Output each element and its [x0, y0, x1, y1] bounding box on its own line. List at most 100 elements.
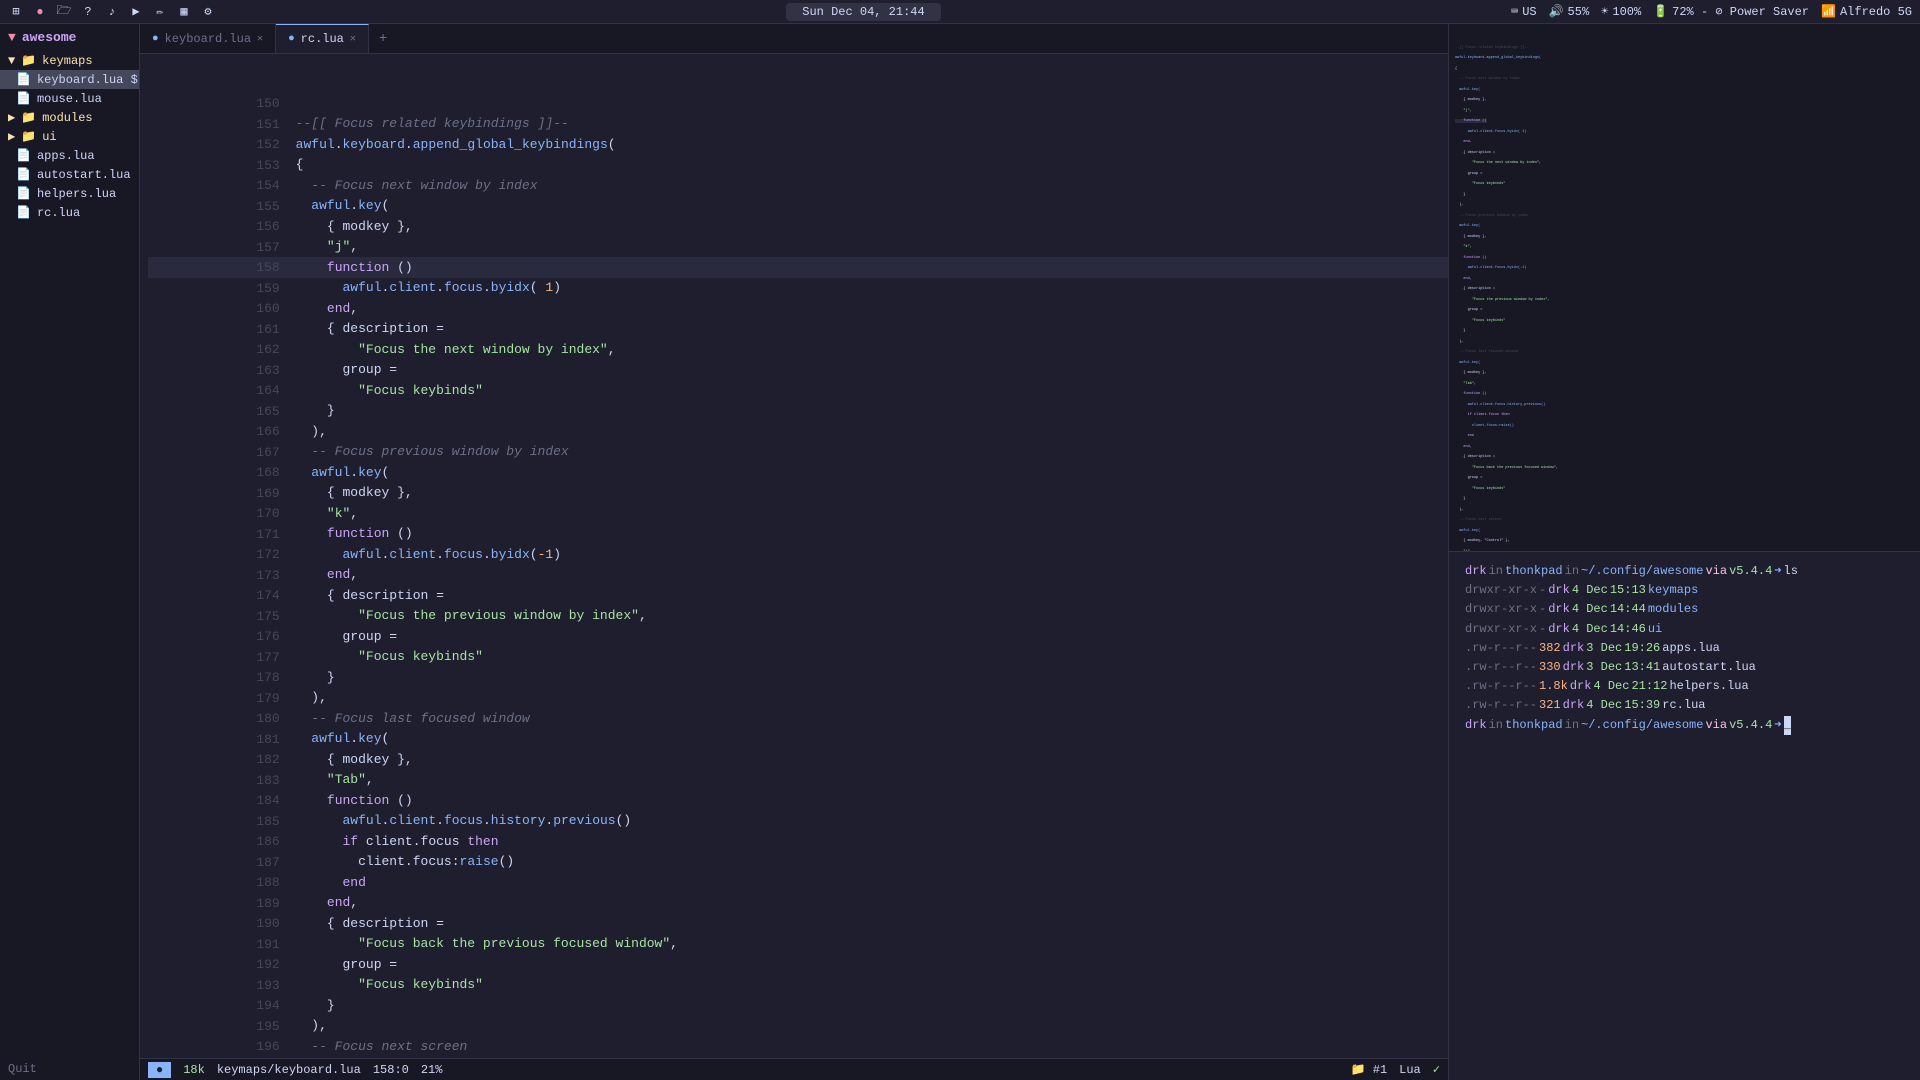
sidebar-item-apps-lua[interactable]: 📄 apps.lua — [0, 146, 139, 165]
battery-icon: 🔋 — [1653, 4, 1668, 19]
video-icon[interactable]: ▶ — [128, 4, 144, 20]
statusbar-right: 📁 #1 Lua ✓ — [1351, 1062, 1440, 1077]
files-icon[interactable]: 🗁 — [56, 4, 72, 20]
status-git: 📁 #1 — [1351, 1062, 1388, 1077]
table-row: 189 end, — [148, 893, 1448, 914]
apps-icon[interactable]: ⊞ — [8, 4, 24, 20]
volume-icon: 🔊 — [1549, 4, 1564, 19]
table-row: 156 { modkey }, — [148, 216, 1448, 237]
table-row: 186 if client.focus then — [148, 831, 1448, 852]
sidebar-item-rc-lua[interactable]: 📄 rc.lua — [0, 203, 139, 222]
sidebar-item-helpers-lua[interactable]: 📄 helpers.lua — [0, 184, 139, 203]
table-row: 158 function () — [148, 257, 1448, 278]
right-panel: --[[ Focus related keybindings ]]-- awfu… — [1448, 24, 1920, 1080]
close-icon[interactable]: ● — [32, 4, 48, 20]
table-row: 188 end — [148, 872, 1448, 893]
table-row: 194 } — [148, 995, 1448, 1016]
sidebar-item-keyboard-lua[interactable]: 📄 keyboard.lua $ — [0, 70, 139, 89]
keyboard-indicator[interactable]: ⌨ US — [1511, 4, 1537, 19]
table-row: 184 function () — [148, 790, 1448, 811]
file-icon-apps: 📄 — [16, 148, 31, 163]
wifi-indicator[interactable]: 📶 Alfredo 5G — [1821, 4, 1912, 19]
file-icon-keyboard: 📄 — [16, 72, 31, 87]
terminal-line: .rw-r--r-- 1.8k drk 4 Dec 21:12 helpers.… — [1465, 677, 1904, 696]
sidebar-item-ui[interactable]: ▶ 📁 ui — [0, 127, 139, 146]
pen-icon[interactable]: ✏ — [152, 4, 168, 20]
table-row: 185 awful.client.focus.history.previous(… — [148, 811, 1448, 832]
sidebar: ▼ awesome ▼ 📁 keymaps 📄 keyboard.lua $ 📄… — [0, 24, 140, 1080]
settings-icon[interactable]: ⚙ — [200, 4, 216, 20]
terminal-line: drwxr-xr-x - drk 4 Dec 15:13 keymaps — [1465, 581, 1904, 600]
terminal-cursor: _ — [1784, 716, 1791, 735]
sidebar-workspace[interactable]: ▼ awesome — [0, 28, 139, 51]
lua-icon-2: ● — [288, 33, 295, 45]
table-row: 181 awful.key( — [148, 729, 1448, 750]
tab-close-keyboard[interactable]: ✕ — [257, 33, 263, 45]
table-row: 167 -- Focus previous window by index — [148, 442, 1448, 463]
wifi-icon: 📶 — [1821, 4, 1836, 19]
terminal-panel[interactable]: drk in thonkpad in ~/.config/awesome via… — [1449, 552, 1920, 1080]
lua-icon-1: ● — [152, 33, 159, 45]
table-row: 195 ), — [148, 1016, 1448, 1037]
table-row: 168 awful.key( — [148, 462, 1448, 483]
table-row: 157 "j", — [148, 237, 1448, 258]
statusbar-left: ● 18k keymaps/keyboard.lua 158:0 21% — [148, 1062, 442, 1078]
sidebar-item-mouse-lua[interactable]: 📄 mouse.lua — [0, 89, 139, 108]
help-icon[interactable]: ? — [80, 4, 96, 20]
table-row: 150 — [148, 93, 1448, 114]
editor-mode: ● — [148, 1062, 171, 1078]
keyboard-icon: ⌨ — [1511, 4, 1518, 19]
music-icon[interactable]: ♪ — [104, 4, 120, 20]
sidebar-item-autostart-lua[interactable]: 📄 autostart.lua — [0, 165, 139, 184]
tab-add-button[interactable]: + — [369, 27, 397, 51]
table-row: 174 { description = — [148, 585, 1448, 606]
tabs-bar: ● keyboard.lua ✕ ● rc.lua ✕ + — [140, 24, 1448, 54]
terminal-line: .rw-r--r-- 382 drk 3 Dec 19:26 apps.lua — [1465, 639, 1904, 658]
main-layout: ▼ awesome ▼ 📁 keymaps 📄 keyboard.lua $ 📄… — [0, 24, 1920, 1080]
table-row: 187 client.focus:raise() — [148, 852, 1448, 873]
brightness-indicator[interactable]: ☀ 100% — [1601, 4, 1641, 19]
status-check: ✓ — [1433, 1062, 1440, 1077]
grid-icon[interactable]: ▦ — [176, 4, 192, 20]
table-row: 159 awful.client.focus.byidx( 1) — [148, 278, 1448, 299]
status-filesize: 18k — [183, 1063, 205, 1077]
terminal-line: .rw-r--r-- 330 drk 3 Dec 13:41 autostart… — [1465, 658, 1904, 677]
table-row: 164 "Focus keybinds" — [148, 380, 1448, 401]
table-row: 166 ), — [148, 421, 1448, 442]
table-row: 162 "Focus the next window by index", — [148, 339, 1448, 360]
sidebar-item-modules[interactable]: ▶ 📁 modules — [0, 108, 139, 127]
editor-area: ● keyboard.lua ✕ ● rc.lua ✕ + 150 — [140, 24, 1448, 1080]
folder-icon-ui: ▶ — [8, 129, 15, 144]
table-row: 169 { modkey }, — [148, 483, 1448, 504]
file-icon-rc: 📄 — [16, 205, 31, 220]
topbar-left: ⊞ ● 🗁 ? ♪ ▶ ✏ ▦ ⚙ — [8, 4, 216, 20]
terminal-line: .rw-r--r-- 321 drk 4 Dec 15:39 rc.lua — [1465, 696, 1904, 715]
table-row: 165 } — [148, 401, 1448, 422]
table-row: 179 ), — [148, 688, 1448, 709]
status-position: 158:0 — [373, 1063, 409, 1077]
sidebar-item-keymaps[interactable]: ▼ 📁 keymaps — [0, 51, 139, 70]
table-row: 173 end, — [148, 565, 1448, 586]
table-row: 177 "Focus keybinds" — [148, 647, 1448, 668]
table-row: 196 -- Focus next screen — [148, 1036, 1448, 1057]
table-row: 160 end, — [148, 298, 1448, 319]
code-editor[interactable]: 150 151 --[[ Focus related keybindings ]… — [140, 54, 1448, 1058]
tab-keyboard-lua[interactable]: ● keyboard.lua ✕ — [140, 24, 276, 53]
table-row: 178 } — [148, 667, 1448, 688]
table-row: 190 { description = — [148, 913, 1448, 934]
volume-indicator[interactable]: 🔊 55% — [1549, 4, 1590, 19]
table-row: 182 { modkey }, — [148, 749, 1448, 770]
table-row: 170 "k", — [148, 503, 1448, 524]
terminal-line: drwxr-xr-x - drk 4 Dec 14:46 ui — [1465, 620, 1904, 639]
table-row: 192 group = — [148, 954, 1448, 975]
terminal-line: drwxr-xr-x - drk 4 Dec 14:44 modules — [1465, 600, 1904, 619]
table-row: 193 "Focus keybinds" — [148, 975, 1448, 996]
tab-close-rc[interactable]: ✕ — [350, 33, 356, 45]
workspace-icon: ▼ — [8, 30, 16, 45]
tab-rc-lua[interactable]: ● rc.lua ✕ — [276, 24, 369, 53]
file-icon-mouse: 📄 — [16, 91, 31, 106]
table-row: 154 -- Focus next window by index — [148, 175, 1448, 196]
battery-indicator[interactable]: 🔋 72% - ⊘ Power Saver — [1653, 4, 1809, 19]
datetime-display: Sun Dec 04, 21:44 — [786, 3, 940, 21]
table-row: 180 -- Focus last focused window — [148, 708, 1448, 729]
